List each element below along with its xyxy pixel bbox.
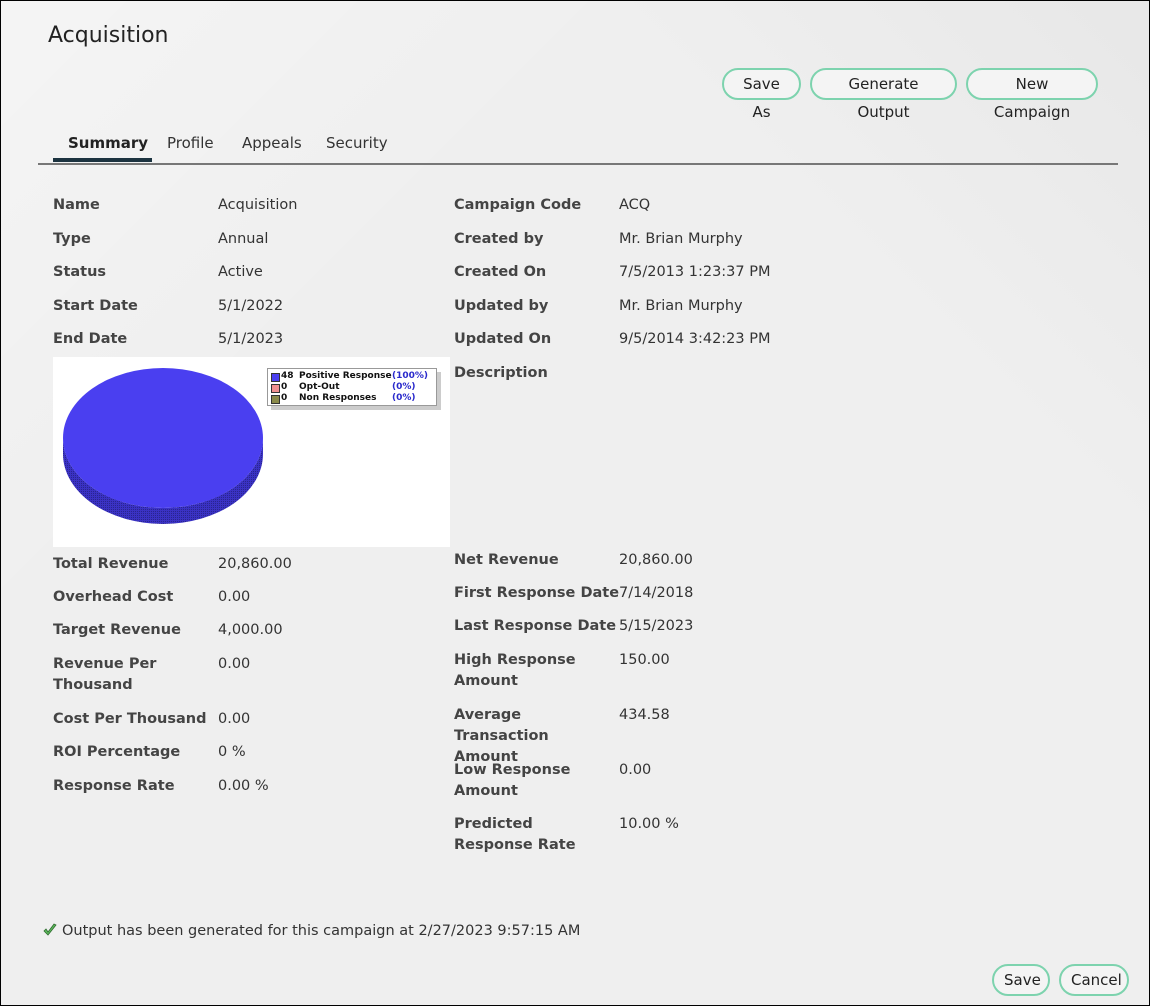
metric-label-cost-per-thousand: Cost Per Thousand bbox=[53, 711, 207, 727]
legend-count: 0 bbox=[281, 393, 288, 403]
field-label-created-on: Created On bbox=[454, 264, 547, 280]
pie-slice-positive-response bbox=[63, 368, 263, 508]
response-pie-chart: 48 Positive Response (100%) 0 Opt-Out (0… bbox=[53, 357, 450, 547]
field-value-campaign-code: ACQ bbox=[619, 197, 651, 213]
metric-value-overhead-cost: 0.00 bbox=[218, 589, 251, 605]
field-value-updated-by: Mr. Brian Murphy bbox=[619, 298, 743, 314]
legend-swatch-opt-out bbox=[271, 384, 280, 393]
metric-label-net-revenue: Net Revenue bbox=[454, 552, 559, 568]
generate-output-button[interactable]: Generate Output bbox=[810, 68, 957, 121]
output-status-text: Output has been generated for this campa… bbox=[62, 923, 581, 939]
metric-label-overhead-cost: Overhead Cost bbox=[53, 589, 174, 605]
field-label-campaign-code: Campaign Code bbox=[454, 197, 582, 213]
tab-summary[interactable]: Summary bbox=[68, 134, 148, 160]
field-value-end-date: 5/1/2023 bbox=[218, 331, 284, 347]
cancel-button[interactable]: Cancel bbox=[1059, 964, 1129, 996]
legend-swatch-positive-response bbox=[271, 373, 280, 382]
field-label-type: Type bbox=[53, 231, 91, 247]
field-value-start-date: 5/1/2022 bbox=[218, 298, 284, 314]
output-status-message: Output has been generated for this campa… bbox=[42, 922, 580, 939]
tab-appeals[interactable]: Appeals bbox=[242, 134, 302, 160]
save-button[interactable]: Save bbox=[992, 964, 1050, 996]
legend-label: Opt-Out bbox=[299, 382, 340, 392]
legend-item-positive-response: 48 Positive Response (100%) bbox=[271, 371, 435, 382]
chart-legend: 48 Positive Response (100%) 0 Opt-Out (0… bbox=[267, 368, 437, 406]
metric-label-response-rate: Response Rate bbox=[53, 778, 175, 794]
metric-label-high-response-amount: High Response Amount bbox=[454, 652, 576, 689]
field-label-status: Status bbox=[53, 264, 107, 280]
metric-value-response-rate: 0.00 % bbox=[218, 778, 269, 794]
legend-count: 48 bbox=[281, 371, 294, 381]
page-title: Acquisition bbox=[48, 23, 169, 48]
legend-swatch-non-responses bbox=[271, 395, 280, 404]
field-value-type: Annual bbox=[218, 231, 269, 247]
field-label-description: Description bbox=[454, 365, 548, 381]
legend-percent: (100%) bbox=[392, 371, 429, 381]
field-value-updated-on: 9/5/2014 3:42:23 PM bbox=[619, 331, 771, 347]
metric-value-last-response-date: 5/15/2023 bbox=[619, 618, 694, 634]
field-label-end-date: End Date bbox=[53, 331, 128, 347]
metric-label-roi-percentage: ROI Percentage bbox=[53, 744, 181, 760]
legend-label: Positive Response bbox=[299, 371, 392, 381]
metric-label-first-response-date: First Response Date bbox=[454, 585, 620, 601]
field-label-start-date: Start Date bbox=[53, 298, 138, 314]
metric-value-high-response-amount: 150.00 bbox=[619, 652, 670, 668]
field-value-status: Active bbox=[218, 264, 263, 280]
legend-percent: (0%) bbox=[392, 382, 416, 392]
metric-value-net-revenue: 20,860.00 bbox=[619, 552, 693, 568]
field-label-updated-by: Updated by bbox=[454, 298, 549, 314]
field-value-name: Acquisition bbox=[218, 197, 298, 213]
tab-profile[interactable]: Profile bbox=[167, 134, 214, 160]
campaign-summary-page: Acquisition Save As Generate Output New … bbox=[0, 0, 1150, 1006]
metric-value-predicted-response-rate: 10.00 % bbox=[619, 816, 679, 832]
metric-value-average-transaction-amount: 434.58 bbox=[619, 707, 670, 723]
legend-item-non-responses: 0 Non Responses (0%) bbox=[271, 393, 435, 404]
tab-security[interactable]: Security bbox=[326, 134, 388, 160]
metric-value-first-response-date: 7/14/2018 bbox=[619, 585, 694, 601]
field-value-created-on: 7/5/2013 1:23:37 PM bbox=[619, 264, 771, 280]
metric-label-low-response-amount: Low Response Amount bbox=[454, 762, 571, 799]
legend-percent: (0%) bbox=[392, 393, 416, 403]
field-label-name: Name bbox=[53, 197, 100, 213]
tab-bar: Summary Profile Appeals Security bbox=[38, 129, 1118, 165]
metric-value-roi-percentage: 0 % bbox=[218, 744, 246, 760]
metric-label-predicted-response-rate: Predicted Response Rate bbox=[454, 816, 576, 853]
new-campaign-button[interactable]: New Campaign bbox=[966, 68, 1098, 121]
metric-label-total-revenue: Total Revenue bbox=[53, 556, 169, 572]
field-label-updated-on: Updated On bbox=[454, 331, 552, 347]
metric-label-target-revenue: Target Revenue bbox=[53, 622, 181, 638]
metric-label-average-transaction-amount: Average Transaction Amount bbox=[454, 707, 549, 765]
save-as-button[interactable]: Save As bbox=[722, 68, 801, 121]
metric-value-revenue-per-thousand: 0.00 bbox=[218, 656, 251, 672]
metric-label-last-response-date: Last Response Date bbox=[454, 618, 617, 634]
legend-count: 0 bbox=[281, 382, 288, 392]
metric-value-cost-per-thousand: 0.00 bbox=[218, 711, 251, 727]
check-icon bbox=[43, 923, 57, 936]
metric-value-low-response-amount: 0.00 bbox=[619, 762, 652, 778]
active-tab-indicator bbox=[53, 158, 152, 162]
metric-value-total-revenue: 20,860.00 bbox=[218, 556, 292, 572]
field-label-created-by: Created by bbox=[454, 231, 544, 247]
legend-label: Non Responses bbox=[299, 393, 377, 403]
metric-label-revenue-per-thousand: Revenue Per Thousand bbox=[53, 656, 157, 693]
field-value-created-by: Mr. Brian Murphy bbox=[619, 231, 743, 247]
legend-item-opt-out: 0 Opt-Out (0%) bbox=[271, 382, 435, 393]
metric-value-target-revenue: 4,000.00 bbox=[218, 622, 283, 638]
